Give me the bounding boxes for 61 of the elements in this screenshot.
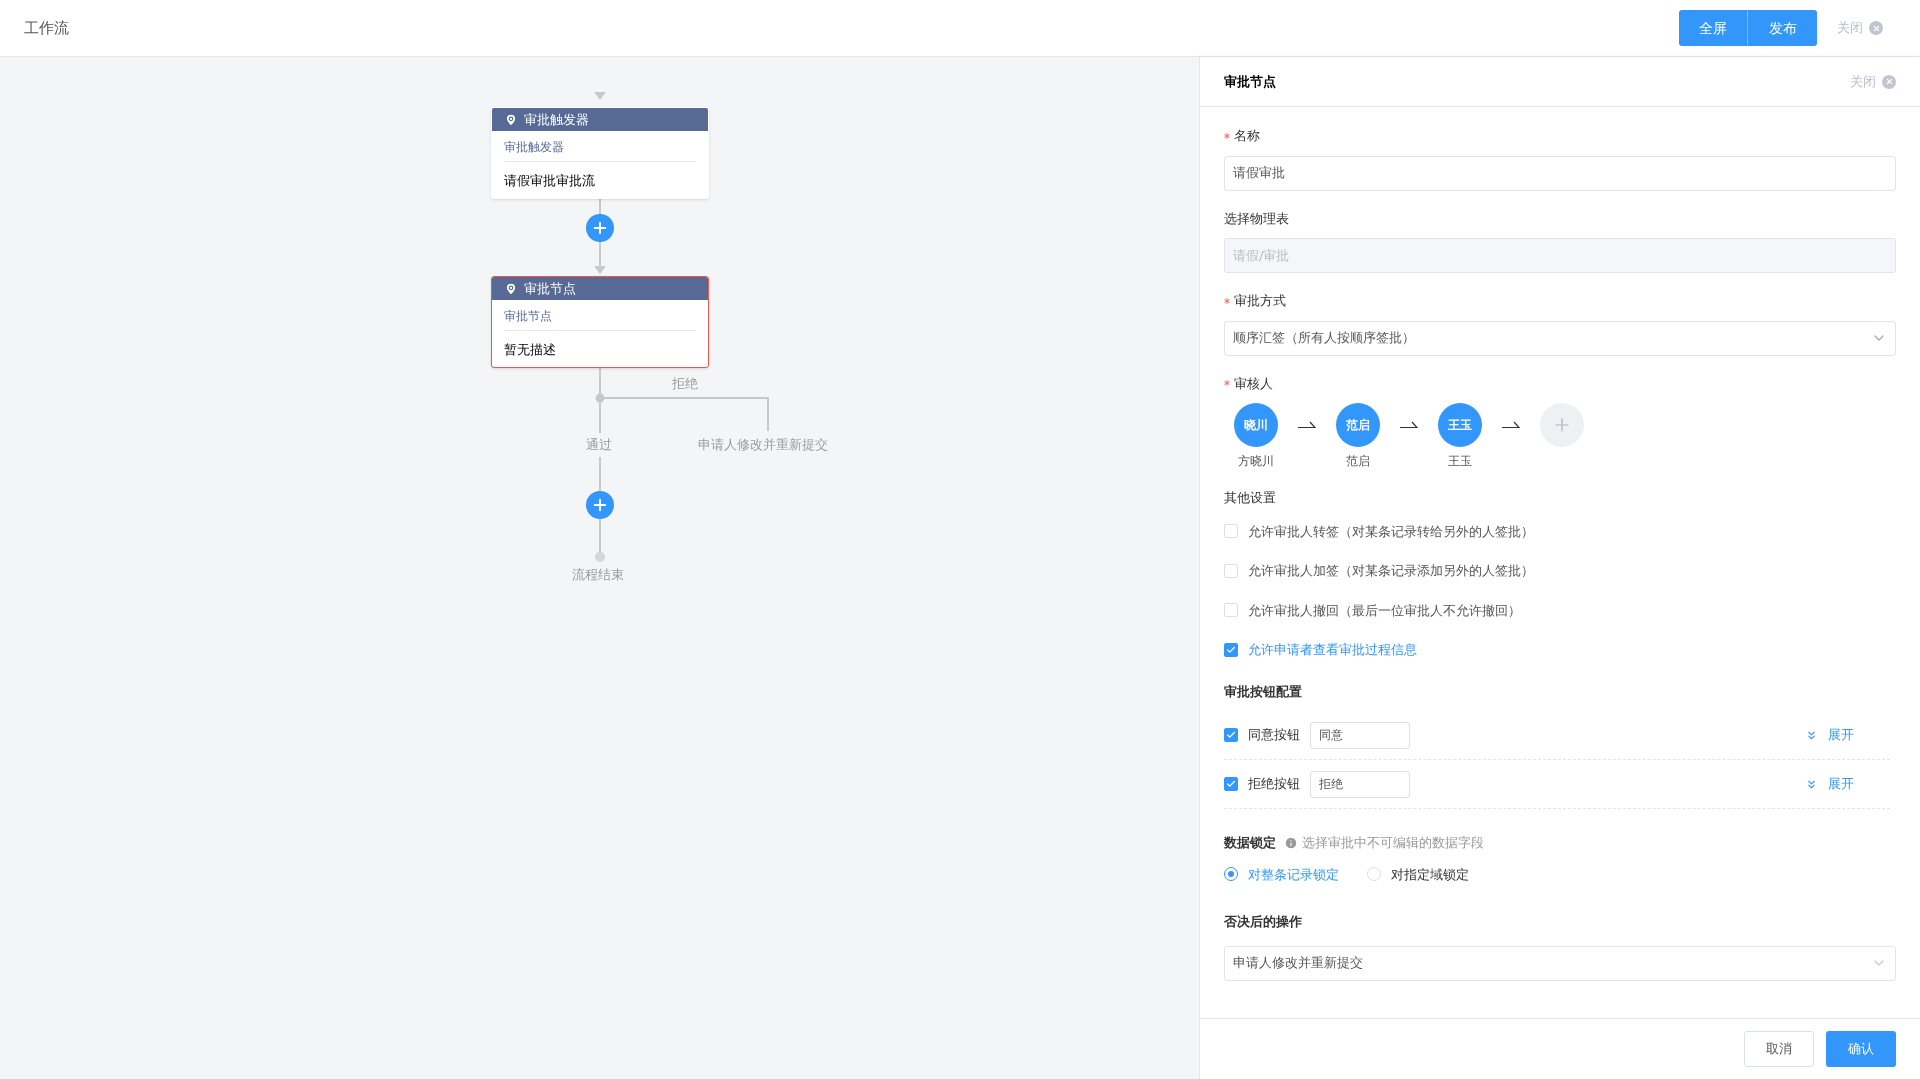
- plus-icon: [591, 496, 609, 514]
- arrowhead-icon: [594, 92, 606, 100]
- checkbox-label[interactable]: 允许审批人撤回（最后一位审批人不允许撤回）: [1248, 600, 1521, 620]
- plus-icon: [591, 219, 609, 237]
- button-text-input[interactable]: 同意: [1310, 721, 1410, 749]
- flow-node-card[interactable]: 审批节点 审批节点 暂无描述: [491, 276, 709, 368]
- checkbox[interactable]: [1224, 777, 1238, 791]
- connector-line: [599, 518, 601, 554]
- info-icon: [1284, 835, 1298, 850]
- add-node-button[interactable]: [586, 214, 614, 242]
- check-icon: [1226, 730, 1236, 740]
- select-field[interactable]: 申请人修改并重新提交: [1224, 945, 1896, 981]
- connector-arrow: [594, 241, 606, 274]
- panel-title: 审批节点: [1224, 72, 1276, 91]
- select-field[interactable]: 顺序汇签（所有人按顺序签批）: [1224, 320, 1896, 356]
- field-label: 审核人: [1234, 374, 1273, 393]
- field-label: 审批方式: [1234, 292, 1286, 310]
- disabled-input-field: 请假/审批: [1224, 238, 1896, 273]
- end-label: 流程结束: [572, 566, 624, 584]
- field-label: 名称: [1234, 127, 1260, 145]
- node-subtitle: 审批触发器: [504, 140, 564, 154]
- node-title: 审批触发器: [524, 110, 589, 129]
- checkbox[interactable]: [1224, 728, 1238, 742]
- check-icon: [1226, 644, 1236, 655]
- radio-label[interactable]: 对指定域锁定: [1391, 864, 1469, 884]
- location-pin-icon: [504, 281, 518, 296]
- node-subtitle: 审批节点: [504, 309, 552, 323]
- checkbox-label[interactable]: 允许审批人加签（对某条记录添加另外的人签批）: [1248, 561, 1534, 581]
- add-approver-button[interactable]: [1540, 403, 1584, 447]
- field-label: 否决后的操作: [1224, 913, 1302, 931]
- location-pin-icon: [504, 112, 518, 127]
- node-description: 暂无描述: [504, 342, 556, 357]
- branch-label: 申请人修改并重新提交: [698, 436, 828, 454]
- cancel-button[interactable]: 取消: [1744, 1031, 1814, 1067]
- approver-name: 王玉: [1448, 453, 1472, 470]
- connector-line: [599, 456, 601, 492]
- branch-label: 拒绝: [672, 375, 698, 393]
- field-label: 审批按钮配置: [1224, 682, 1302, 701]
- hint-text: 选择审批中不可编辑的数据字段: [1302, 834, 1484, 852]
- name-input-field[interactable]: 请假审批: [1224, 155, 1896, 191]
- branch-label: 通过: [586, 436, 612, 454]
- app-title: 工作流: [24, 17, 69, 39]
- check-icon: [1226, 779, 1236, 789]
- button-text-input[interactable]: 拒绝: [1310, 770, 1410, 798]
- approver-name: 范启: [1346, 453, 1370, 470]
- checkbox-label[interactable]: 拒绝按钮: [1248, 774, 1300, 794]
- flow-node-card[interactable]: 审批触发器 审批触发器 请假审批审批流: [491, 107, 709, 199]
- node-title: 审批节点: [524, 279, 576, 298]
- field-label: 数据锁定: [1224, 834, 1276, 852]
- field-label: 其他设置: [1224, 489, 1276, 507]
- checkbox[interactable]: [1224, 642, 1238, 657]
- checkbox-label[interactable]: 允许审批人转签（对某条记录转给另外的人签批）: [1248, 521, 1534, 541]
- add-node-button[interactable]: [586, 491, 614, 519]
- checkbox-label[interactable]: 同意按钮: [1248, 725, 1300, 745]
- node-description: 请假审批审批流: [504, 173, 595, 188]
- branch-dot: [595, 393, 605, 403]
- close-icon[interactable]: [1882, 74, 1896, 89]
- close-icon[interactable]: [1869, 21, 1883, 35]
- end-dot: [595, 552, 605, 562]
- field-label: 选择物理表: [1224, 209, 1289, 228]
- approver-name: 方晓川: [1238, 453, 1274, 470]
